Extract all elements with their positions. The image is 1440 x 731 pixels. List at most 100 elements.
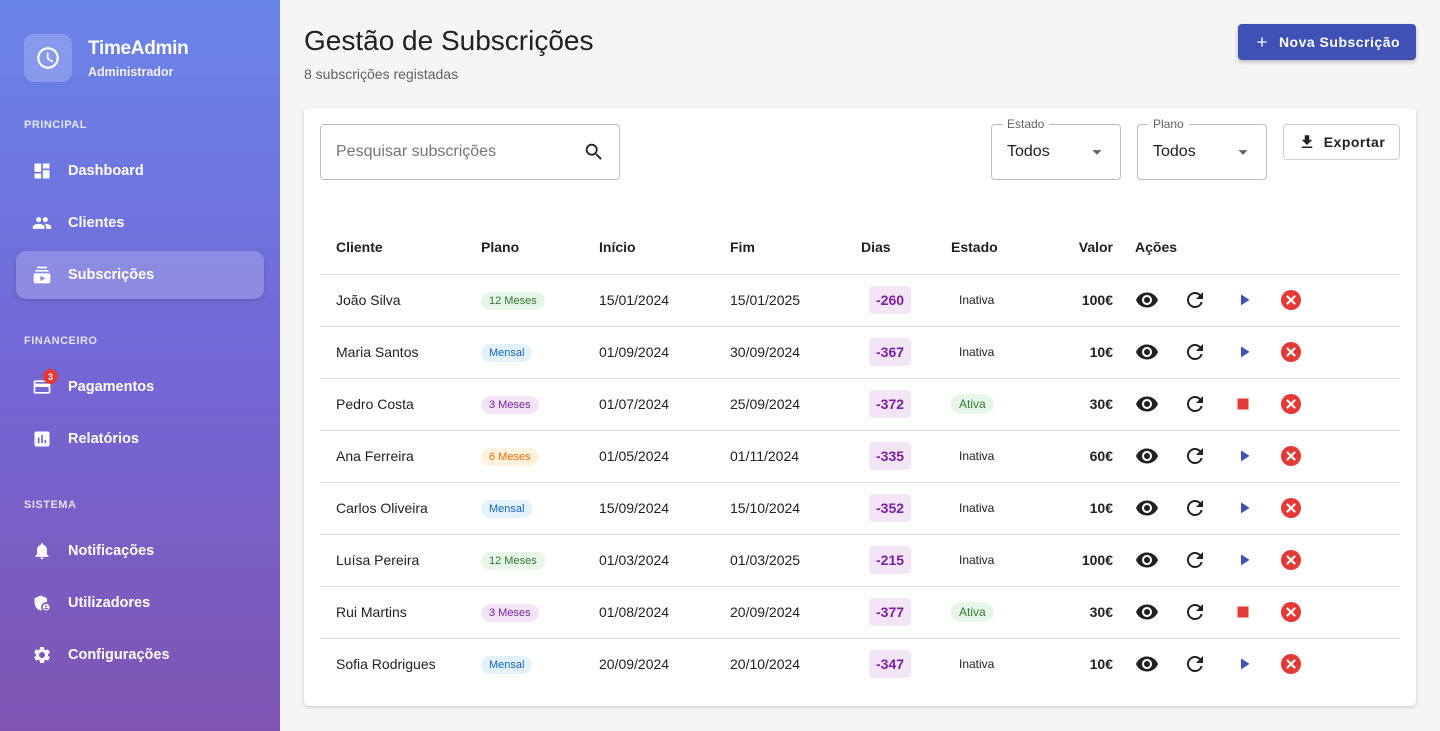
estado-select[interactable]: Estado Todos (991, 117, 1121, 180)
plano-select[interactable]: Plano Todos (1137, 117, 1267, 180)
cell-cliente: Ana Ferreira (320, 430, 481, 483)
cancel-icon[interactable] (1279, 444, 1303, 468)
renew-icon[interactable] (1183, 288, 1207, 312)
sidebar-item-subscricoes[interactable]: Subscrições (16, 251, 264, 299)
bell-icon (32, 541, 52, 561)
renew-icon[interactable] (1183, 652, 1207, 676)
plus-icon (1257, 37, 1267, 47)
table-row[interactable]: Luísa Pereira 12 Meses 01/03/2024 01/03/… (320, 534, 1400, 587)
cell-cliente: Luísa Pereira (320, 534, 481, 587)
clock-icon (24, 34, 72, 82)
cell-inicio: 15/09/2024 (599, 482, 730, 535)
sidebar: TimeAdmin Administrador PRINCIPAL Dashbo… (0, 0, 280, 731)
renew-icon[interactable] (1183, 600, 1207, 624)
play-icon[interactable] (1231, 652, 1255, 676)
column-header[interactable]: Início (599, 220, 730, 275)
view-icon[interactable] (1135, 340, 1159, 364)
view-icon[interactable] (1135, 652, 1159, 676)
view-icon[interactable] (1135, 288, 1159, 312)
export-button[interactable]: Exportar (1283, 124, 1400, 160)
cell-fim: 25/09/2024 (730, 378, 861, 431)
play-icon[interactable] (1231, 496, 1255, 520)
plan-chip: Mensal (481, 343, 533, 362)
play-icon[interactable] (1231, 444, 1255, 468)
cancel-icon[interactable] (1279, 652, 1303, 676)
renew-icon[interactable] (1183, 392, 1207, 416)
brand: TimeAdmin Administrador (24, 34, 189, 82)
table-row[interactable]: Carlos Oliveira Mensal 15/09/2024 15/10/… (320, 482, 1400, 535)
page-subtitle: 8 subscrições registadas (304, 66, 459, 82)
search-icon[interactable] (583, 141, 605, 163)
column-header[interactable]: Valor (1044, 220, 1113, 275)
export-label: Exportar (1323, 134, 1386, 150)
status-badge: Inativa (959, 293, 995, 307)
brand-name: TimeAdmin (88, 37, 189, 59)
play-icon[interactable] (1231, 288, 1255, 312)
stop-icon[interactable] (1231, 600, 1255, 624)
notification-badge: 3 (43, 369, 58, 384)
sidebar-item-relatorios[interactable]: Relatórios (16, 415, 264, 463)
plan-chip: 3 Meses (481, 395, 539, 414)
table-row[interactable]: Sofia Rodrigues Mensal 20/09/2024 20/10/… (320, 638, 1400, 690)
cell-fim: 01/11/2024 (730, 430, 861, 483)
new-subscription-button[interactable]: Nova Subscrição (1238, 24, 1416, 60)
cancel-icon[interactable] (1279, 496, 1303, 520)
column-header[interactable]: Dias (861, 220, 951, 275)
plan-chip: Mensal (481, 655, 533, 674)
play-icon[interactable] (1231, 548, 1255, 572)
sidebar-item-dashboard[interactable]: Dashboard (16, 147, 264, 195)
dashboard-icon (32, 161, 52, 181)
cancel-icon[interactable] (1279, 288, 1303, 312)
subscriptions-card: Estado Todos Plano Todos Exportar Client… (304, 108, 1416, 706)
cell-fim: 20/09/2024 (730, 586, 861, 639)
renew-icon[interactable] (1183, 496, 1207, 520)
column-header[interactable]: Fim (730, 220, 861, 275)
download-icon (1301, 135, 1312, 148)
cell-valor: 10€ (1044, 326, 1113, 379)
search-input[interactable] (336, 143, 583, 161)
table-row[interactable]: João Silva 12 Meses 15/01/2024 15/01/202… (320, 274, 1400, 327)
sidebar-item-configuracoes[interactable]: Configurações (16, 631, 264, 679)
renew-icon[interactable] (1183, 548, 1207, 572)
column-header[interactable]: Estado (951, 220, 1044, 275)
column-header[interactable]: Cliente (320, 220, 481, 275)
renew-icon[interactable] (1183, 444, 1207, 468)
days-chip: -352 (869, 494, 912, 522)
cell-valor: 10€ (1089, 656, 1113, 673)
report-icon (32, 429, 52, 449)
column-header[interactable]: Plano (481, 220, 599, 275)
people-icon (32, 213, 52, 233)
cancel-icon[interactable] (1279, 600, 1303, 624)
table-row[interactable]: Rui Martins 3 Meses 01/08/2024 20/09/202… (320, 586, 1400, 639)
stop-icon[interactable] (1231, 392, 1255, 416)
view-icon[interactable] (1135, 600, 1159, 624)
sidebar-item-pagamentos[interactable]: 3 Pagamentos (16, 363, 264, 411)
view-icon[interactable] (1135, 548, 1159, 572)
days-chip: -335 (869, 442, 912, 470)
cancel-icon[interactable] (1279, 340, 1303, 364)
view-icon[interactable] (1135, 392, 1159, 416)
view-icon[interactable] (1135, 496, 1159, 520)
renew-icon[interactable] (1183, 340, 1207, 364)
cell-valor: 30€ (1044, 586, 1113, 639)
chevron-down-icon (1238, 150, 1248, 155)
sidebar-item-label: Dashboard (68, 163, 144, 179)
table-row[interactable]: Ana Ferreira 6 Meses 01/05/2024 01/11/20… (320, 430, 1400, 483)
cell-cliente: João Silva (320, 274, 481, 327)
sidebar-item-clientes[interactable]: Clientes (16, 199, 264, 247)
sidebar-item-notificacoes[interactable]: Notificações (16, 527, 264, 575)
sidebar-item-utilizadores[interactable]: Utilizadores (16, 579, 264, 627)
table-row[interactable]: Maria Santos Mensal 01/09/2024 30/09/202… (320, 326, 1400, 379)
view-icon[interactable] (1135, 444, 1159, 468)
cell-cliente: Pedro Costa (320, 378, 481, 431)
subscriptions-icon (32, 265, 52, 285)
status-badge: Ativa (951, 602, 994, 622)
cell-cliente: Carlos Oliveira (320, 482, 481, 535)
cancel-icon[interactable] (1279, 548, 1303, 572)
table-row[interactable]: Pedro Costa 3 Meses 01/07/2024 25/09/202… (320, 378, 1400, 431)
cancel-icon[interactable] (1279, 392, 1303, 416)
search-field[interactable] (320, 124, 620, 180)
cell-valor: 30€ (1044, 378, 1113, 431)
cell-cliente: Maria Santos (320, 326, 481, 379)
play-icon[interactable] (1231, 340, 1255, 364)
